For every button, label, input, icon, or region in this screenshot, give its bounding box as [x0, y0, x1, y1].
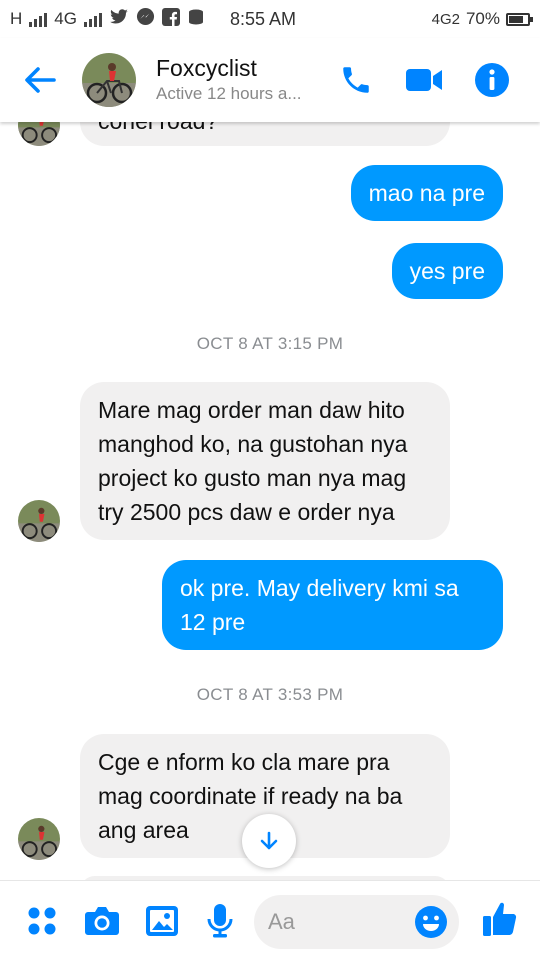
- network-type-left: H: [10, 9, 23, 28]
- message-bubble-incoming[interactable]: Mare mag order man daw hito manghod ko, …: [80, 382, 450, 540]
- phone-icon: [343, 67, 369, 93]
- info-button[interactable]: [472, 60, 512, 100]
- voice-call-button[interactable]: [336, 60, 376, 100]
- facebook-icon: [161, 7, 180, 31]
- message-bubble-outgoing[interactable]: mao na pre: [350, 165, 503, 221]
- like-button[interactable]: [480, 899, 520, 939]
- signal-icon-2: [83, 11, 102, 27]
- message-bubble-outgoing[interactable]: ok pre. May delivery kmi sa 12 pre: [162, 560, 503, 650]
- status-bar: H 4G 8:55 AM 4G2 70%: [0, 0, 540, 38]
- active-status: Active 12 hours a...: [156, 84, 302, 103]
- message-bubble-incoming[interactable]: conei road?: [80, 122, 450, 146]
- signal-icon: [29, 11, 48, 27]
- video-call-button[interactable]: [404, 60, 444, 100]
- message-line: Cge e nform ko cla mare pra: [98, 749, 390, 775]
- battery-icon: [506, 12, 533, 26]
- message-input-container[interactable]: [254, 895, 459, 949]
- video-camera-icon: [406, 69, 442, 91]
- contact-avatar-small[interactable]: [18, 818, 60, 860]
- message-thread[interactable]: conei road? mao na pre yes pre OCT 8 AT …: [0, 122, 540, 880]
- message-line: mag coordinate if ready na ba: [98, 783, 403, 809]
- messenger-icon: [136, 7, 155, 31]
- message-text: mao na pre: [368, 180, 485, 206]
- camera-button[interactable]: [82, 901, 122, 941]
- camera-icon: [85, 907, 119, 935]
- smiley-icon: [415, 906, 447, 938]
- message-bubble-outgoing[interactable]: yes pre: [391, 243, 503, 299]
- scroll-to-bottom-button[interactable]: [242, 814, 296, 868]
- image-icon: [146, 906, 178, 936]
- contact-avatar[interactable]: [82, 53, 136, 107]
- message-line: 12 pre: [180, 609, 246, 635]
- message-line: manghod ko, na gustohan nya: [98, 431, 408, 457]
- message-line: try 2500 pcs daw e order nya: [98, 499, 395, 525]
- message-input[interactable]: [268, 909, 408, 935]
- timestamp-divider: OCT 8 AT 3:15 PM: [196, 334, 344, 353]
- conversation-header: Foxcyclist Active 12 hours a...: [0, 38, 540, 122]
- twitter-icon: [109, 8, 129, 30]
- network-type-right: 4G2: [431, 10, 460, 28]
- more-actions-button[interactable]: [22, 901, 62, 941]
- contact-avatar-small[interactable]: [18, 500, 60, 542]
- network-type-mid: 4G: [54, 9, 77, 28]
- contact-name: Foxcyclist: [156, 55, 257, 81]
- microphone-icon: [207, 904, 233, 938]
- arrow-down-icon: [260, 831, 278, 850]
- gallery-button[interactable]: [142, 901, 182, 941]
- message-text: yes pre: [409, 258, 485, 284]
- thumbs-up-icon: [483, 902, 517, 936]
- message-text: conei road?: [98, 122, 218, 134]
- timestamp-divider: OCT 8 AT 3:53 PM: [196, 685, 344, 704]
- voice-message-button[interactable]: [200, 901, 240, 941]
- info-icon: [475, 63, 509, 97]
- back-arrow-icon: [25, 67, 56, 93]
- grid-dots-icon: [28, 907, 56, 935]
- clock: 8:55 AM: [229, 8, 297, 29]
- storage-icon: [187, 8, 205, 31]
- back-button[interactable]: [10, 50, 70, 110]
- message-composer: [0, 880, 540, 960]
- message-line: project ko gusto man nya mag: [98, 465, 407, 491]
- emoji-button[interactable]: [413, 904, 449, 940]
- contact-avatar-small[interactable]: [18, 122, 60, 146]
- battery-percent: 70%: [465, 9, 500, 28]
- message-line: Mare mag order man daw hito: [98, 397, 405, 423]
- message-line: ok pre. May delivery kmi sa: [180, 575, 459, 601]
